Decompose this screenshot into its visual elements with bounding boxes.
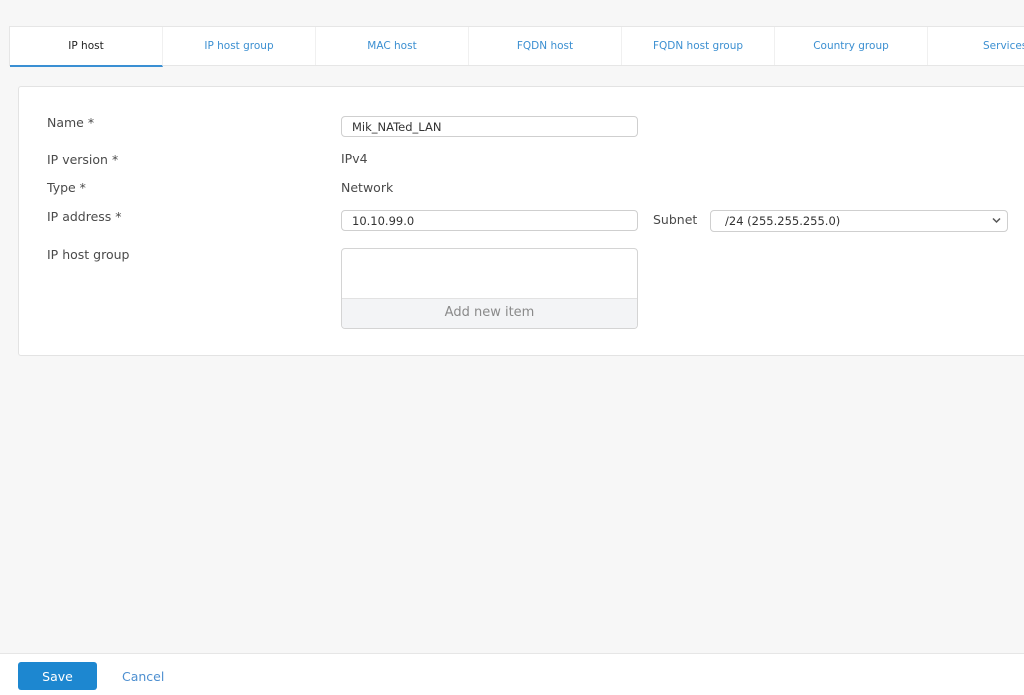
tab-ip-host-group[interactable]: IP host group <box>163 27 316 65</box>
ip-host-form: Name * IP version * IPv4 Type * Network … <box>18 86 1024 356</box>
type-value: Network <box>341 180 394 195</box>
tab-fqdn-host-group[interactable]: FQDN host group <box>622 27 775 65</box>
tab-country-group[interactable]: Country group <box>775 27 928 65</box>
object-tabs: IP host IP host group MAC host FQDN host… <box>9 26 1024 67</box>
ip-version-value: IPv4 <box>341 151 368 166</box>
chevron-down-icon <box>992 217 1001 224</box>
ip-host-group-list: Add new item <box>341 248 638 329</box>
tab-services[interactable]: Services <box>928 27 1024 65</box>
tab-mac-host[interactable]: MAC host <box>316 27 469 65</box>
add-new-item-button[interactable]: Add new item <box>342 299 637 328</box>
ip-address-input[interactable] <box>341 210 638 231</box>
ip-host-group-label: IP host group <box>47 247 130 262</box>
footer-bar: Save Cancel <box>0 653 1024 695</box>
subnet-selected-value: /24 (255.255.255.0) <box>725 214 841 228</box>
cancel-button[interactable]: Cancel <box>122 669 164 684</box>
subnet-select[interactable]: /24 (255.255.255.0) <box>710 210 1008 232</box>
tab-ip-host[interactable]: IP host <box>10 27 163 67</box>
tab-fqdn-host[interactable]: FQDN host <box>469 27 622 65</box>
save-button[interactable]: Save <box>18 662 97 690</box>
ip-address-label: IP address * <box>47 209 122 224</box>
name-input[interactable] <box>341 116 638 137</box>
ip-version-label: IP version * <box>47 152 119 167</box>
ip-host-group-items[interactable] <box>342 249 637 299</box>
subnet-label: Subnet <box>653 212 698 227</box>
name-label: Name * <box>47 115 95 130</box>
type-label: Type * <box>47 180 86 195</box>
